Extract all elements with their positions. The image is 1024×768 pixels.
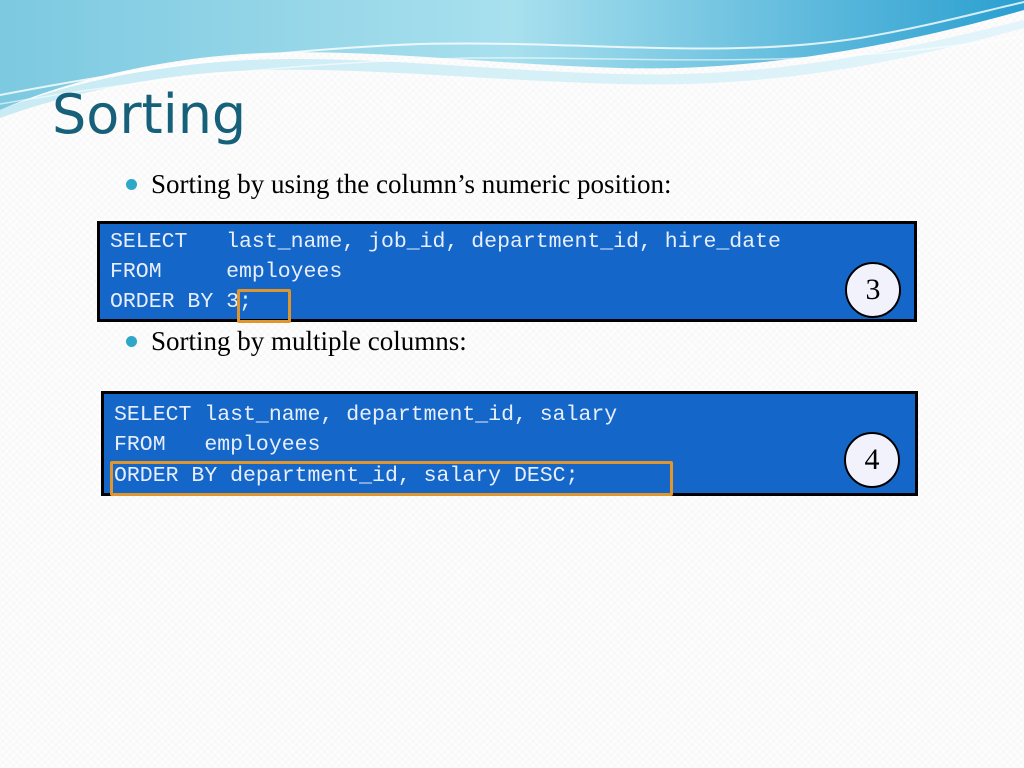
sql-code-block: SELECT last_name, job_id, department_id,… bbox=[97, 221, 917, 323]
code-line: ORDER BY 3; bbox=[110, 290, 252, 314]
bullet-text: Sorting by using the column’s numeric po… bbox=[151, 168, 672, 199]
sql-code-block: SELECT last_name, department_id, salary … bbox=[101, 391, 918, 496]
code-line: SELECT last_name, department_id, salary bbox=[114, 403, 618, 427]
step-number-badge: 4 bbox=[844, 432, 900, 488]
highlight-box bbox=[237, 289, 291, 323]
bullet-item: Sorting by using the column’s numeric po… bbox=[126, 166, 671, 202]
bullet-dot-icon bbox=[126, 178, 137, 190]
bullet-dot-icon bbox=[126, 335, 137, 347]
highlight-box bbox=[110, 461, 673, 496]
code-line: SELECT last_name, job_id, department_id,… bbox=[110, 230, 781, 254]
step-number-badge: 3 bbox=[845, 262, 901, 318]
code-line: FROM employees bbox=[110, 260, 343, 284]
code-line: FROM employees bbox=[114, 433, 321, 457]
bullet-text: Sorting by multiple columns: bbox=[151, 325, 467, 356]
bullet-item: Sorting by multiple columns: bbox=[126, 323, 467, 359]
slide-title: Sorting bbox=[52, 83, 247, 146]
